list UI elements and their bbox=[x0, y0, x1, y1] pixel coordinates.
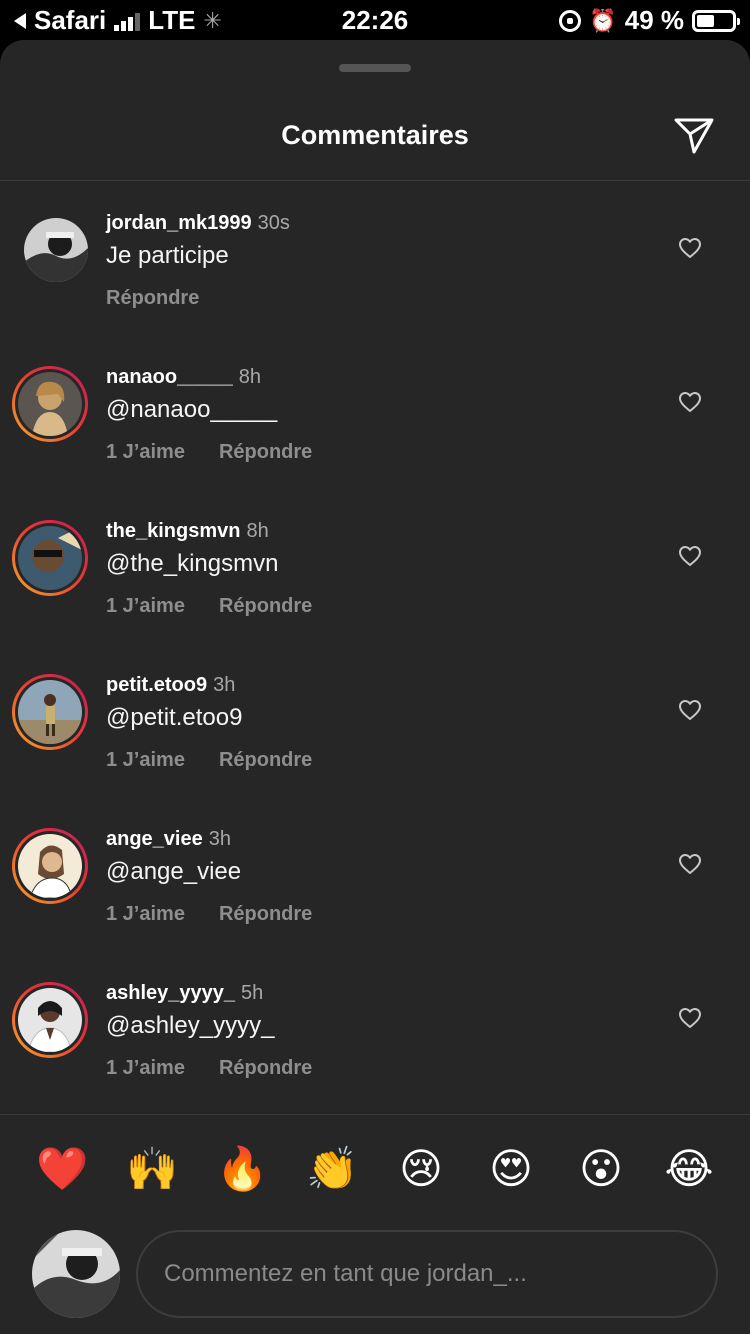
comment-time: 3h bbox=[208, 828, 231, 850]
comment-username-line: nanaoo_____ 8h bbox=[106, 366, 261, 389]
heart-icon[interactable] bbox=[678, 698, 702, 722]
comment-item: ange_viee 3h @ange_viee 1 J’aime Répondre bbox=[0, 828, 750, 978]
comment-actions: Répondre bbox=[106, 287, 199, 310]
reply-button[interactable]: Répondre bbox=[219, 749, 312, 772]
emoji-reaction-button[interactable]: ❤️ bbox=[36, 1144, 88, 1194]
emoji-reaction-bar: ❤️ 🙌 🔥 👏 😢 😍 😮 😂 bbox=[0, 1144, 750, 1200]
comment-actions: 1 J’aime Répondre bbox=[106, 1057, 312, 1080]
comment-text: @ashley_yyyy_ bbox=[106, 1012, 275, 1039]
sheet-grabber[interactable] bbox=[339, 64, 411, 72]
reply-button[interactable]: Répondre bbox=[219, 441, 312, 464]
comment-item: ashley_yyyy_ 5h @ashley_yyyy_ 1 J’aime Répon… bbox=[0, 982, 750, 1132]
comment-actions: 1 J’aime Répondre bbox=[106, 749, 312, 772]
comment-username[interactable]: petit.etoo9 bbox=[106, 674, 207, 696]
emoji-reaction-button[interactable]: 🙌 bbox=[126, 1144, 178, 1194]
heart-icon[interactable] bbox=[678, 544, 702, 568]
comment-text: @nanaoo_____ bbox=[106, 396, 278, 423]
emoji-reaction-button[interactable]: 👏 bbox=[306, 1144, 358, 1194]
comment-username-line: jordan_mk1999 30s bbox=[106, 212, 290, 235]
reply-button[interactable]: Répondre bbox=[219, 903, 312, 926]
commenter-avatar[interactable] bbox=[12, 982, 88, 1058]
comment-item: jordan_mk1999 30s Je participe Répondre bbox=[0, 212, 750, 362]
comment-username-line: ange_viee 3h bbox=[106, 828, 231, 851]
alarm-icon: ⏰ bbox=[589, 7, 617, 33]
comment-username[interactable]: ashley_yyyy_ bbox=[106, 982, 235, 1004]
heart-icon[interactable] bbox=[678, 1006, 702, 1030]
comment-time: 5h bbox=[241, 982, 264, 1004]
comment-text: @the_kingsmvn bbox=[106, 550, 279, 577]
paper-plane-icon[interactable] bbox=[670, 112, 718, 160]
emoji-reaction-button[interactable]: 😍 bbox=[486, 1144, 536, 1194]
likes-count[interactable]: 1 J’aime bbox=[106, 1057, 185, 1080]
comment-time: 8h bbox=[246, 520, 269, 542]
heart-icon[interactable] bbox=[678, 390, 702, 414]
comment-item: nanaoo_____ 8h @nanaoo_____ 1 J’aime Répondr… bbox=[0, 366, 750, 516]
footer-divider bbox=[0, 1114, 750, 1115]
likes-count[interactable]: 1 J’aime bbox=[106, 595, 185, 618]
commenter-avatar[interactable] bbox=[12, 520, 88, 596]
comment-username-line: ashley_yyyy_ 5h bbox=[106, 982, 263, 1005]
reply-button[interactable]: Répondre bbox=[219, 595, 312, 618]
orientation-lock-icon bbox=[559, 9, 582, 32]
commenter-avatar[interactable] bbox=[12, 828, 88, 904]
comment-time: 3h bbox=[213, 674, 236, 696]
comment-username-line: petit.etoo9 3h bbox=[106, 674, 235, 697]
commenter-avatar[interactable] bbox=[12, 366, 88, 442]
comment-text: @petit.etoo9 bbox=[106, 704, 243, 731]
comment-time: 30s bbox=[257, 212, 290, 234]
battery-percent: 49 % bbox=[624, 5, 684, 35]
comment-time: 8h bbox=[238, 366, 261, 388]
comment-username[interactable]: the_kingsmvn bbox=[106, 520, 240, 542]
comment-actions: 1 J’aime Répondre bbox=[106, 595, 312, 618]
battery-icon bbox=[692, 9, 740, 32]
comment-username-line: the_kingsmvn 8h bbox=[106, 520, 269, 543]
header-divider bbox=[0, 180, 750, 181]
comment-text: Je participe bbox=[106, 242, 229, 269]
comment-input[interactable] bbox=[136, 1230, 718, 1318]
likes-count[interactable]: 1 J’aime bbox=[106, 749, 185, 772]
reply-button[interactable]: Répondre bbox=[106, 287, 199, 310]
comment-text: @ange_viee bbox=[106, 858, 242, 885]
comments-sheet: Commentaires jordan_mk1999 30s Je particip… bbox=[0, 40, 750, 1334]
comment-item: the_kingsmvn 8h @the_kingsmvn 1 J’aime Répon… bbox=[0, 520, 750, 670]
comment-username[interactable]: jordan_mk1999 bbox=[106, 212, 252, 234]
emoji-reaction-button[interactable]: 😮 bbox=[576, 1144, 626, 1194]
emoji-reaction-button[interactable]: 😢 bbox=[396, 1144, 446, 1194]
likes-count[interactable]: 1 J’aime bbox=[106, 903, 185, 926]
likes-count[interactable]: 1 J’aime bbox=[106, 441, 185, 464]
comment-username[interactable]: nanaoo_____ bbox=[106, 366, 233, 388]
comment-username[interactable]: ange_viee bbox=[106, 828, 203, 850]
heart-icon[interactable] bbox=[678, 852, 702, 876]
commenter-avatar[interactable] bbox=[12, 674, 88, 750]
commenter-avatar[interactable] bbox=[24, 218, 88, 282]
emoji-reaction-button[interactable]: 🔥 bbox=[216, 1144, 268, 1194]
status-bar: Safari LTE ✳ 22:26 ⏰ 49 % bbox=[0, 0, 750, 40]
emoji-reaction-button[interactable]: 😂 bbox=[664, 1144, 714, 1194]
comment-item: petit.etoo9 3h @petit.etoo9 1 J’aime Répondr… bbox=[0, 674, 750, 824]
page-title: Commentaires bbox=[281, 120, 469, 150]
heart-icon[interactable] bbox=[678, 236, 702, 260]
reply-button[interactable]: Répondre bbox=[219, 1057, 312, 1080]
current-user-avatar bbox=[32, 1230, 120, 1318]
comment-actions: 1 J’aime Répondre bbox=[106, 441, 312, 464]
comment-actions: 1 J’aime Répondre bbox=[106, 903, 312, 926]
